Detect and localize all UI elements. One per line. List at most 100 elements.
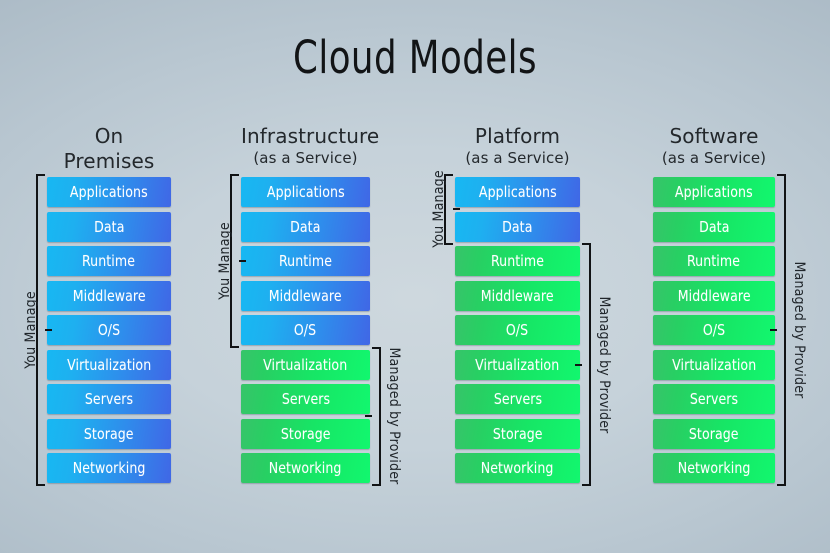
layer-box-software-runtime[interactable]: Runtime xyxy=(653,246,775,276)
layer-stack-infrastructure: Applications Data Runtime Middleware O/S Virt… xyxy=(241,177,370,483)
layer-label: Storage xyxy=(84,424,134,443)
layer-box-on-premises-o-s[interactable]: O/S xyxy=(47,315,171,345)
layer-box-on-premises-servers[interactable]: Servers xyxy=(47,384,171,414)
layer-box-software-virtualization[interactable]: Virtualization xyxy=(653,349,775,380)
layer-box-software-middleware[interactable]: Middleware xyxy=(653,280,775,311)
layer-box-on-premises-applications[interactable]: Applications xyxy=(47,177,171,207)
bracket-label-platform-managed-by-provider: Managed by Provider xyxy=(596,295,612,434)
layer-label: O/S xyxy=(702,321,726,339)
layer-label: Virtualization xyxy=(475,355,560,374)
column-on-premises: On Premises Applications Data Runtime Middle… xyxy=(23,124,171,486)
layer-label: Servers xyxy=(689,390,739,408)
diagram-canvas: Cloud Models On Premises Applications Data… xyxy=(0,0,830,553)
bracket-label-infrastructure-managed-by-provider: Managed by Provider xyxy=(386,347,402,485)
column-platform: Platform (as a Service) Applications Data Ru… xyxy=(431,124,612,486)
layer-label: Networking xyxy=(677,459,751,477)
layer-box-platform-storage[interactable]: Storage xyxy=(455,418,580,449)
layer-label: Applications xyxy=(266,183,345,201)
layer-stack-on-premises: Applications Data Runtime Middleware O/S Virt… xyxy=(47,177,171,483)
bracket-platform-managed-by-provider xyxy=(575,243,591,486)
layer-box-platform-servers[interactable]: Servers xyxy=(455,384,580,414)
layer-box-infrastructure-networking[interactable]: Networking xyxy=(241,453,370,483)
column-heading-sub: (as a Service) xyxy=(661,149,767,167)
layer-box-software-servers[interactable]: Servers xyxy=(653,384,775,414)
bracket-tick xyxy=(770,329,777,331)
layer-label: Storage xyxy=(280,424,331,443)
bracket-label-on-premises-you-manage: You Manage xyxy=(23,291,39,369)
column-software: Software (as a Service) Applications Data Ru… xyxy=(653,124,807,486)
layer-box-infrastructure-storage[interactable]: Storage xyxy=(241,418,370,449)
layer-box-on-premises-runtime[interactable]: Runtime xyxy=(47,246,171,276)
layer-label: O/S xyxy=(294,321,317,339)
layer-label: Data xyxy=(93,217,125,236)
layer-box-platform-virtualization[interactable]: Virtualization xyxy=(455,349,580,380)
layer-box-infrastructure-servers[interactable]: Servers xyxy=(241,384,370,414)
layer-box-infrastructure-data[interactable]: Data xyxy=(241,211,370,242)
layer-stack-platform: Applications Data Runtime Middleware O/S Virt… xyxy=(455,177,580,483)
layer-box-platform-networking[interactable]: Networking xyxy=(455,453,580,483)
layer-label: Runtime xyxy=(490,252,545,270)
layer-label: Servers xyxy=(493,390,542,408)
layer-label: Data xyxy=(290,217,321,236)
layer-box-software-data[interactable]: Data xyxy=(653,211,775,242)
bracket-tick xyxy=(575,363,582,366)
column-heading-main: Infrastructure xyxy=(241,124,380,148)
bracket-label-platform-you-manage: You Manage xyxy=(431,170,447,249)
layer-box-platform-applications[interactable]: Applications xyxy=(455,177,580,207)
layer-label: Data xyxy=(698,217,730,236)
layer-label: Runtime xyxy=(687,252,741,270)
layer-box-infrastructure-runtime[interactable]: Runtime xyxy=(241,246,370,276)
layer-label: Data xyxy=(502,217,533,236)
layer-box-platform-middleware[interactable]: Middleware xyxy=(455,280,580,311)
layer-label: Applications xyxy=(70,183,148,201)
layer-box-infrastructure-applications[interactable]: Applications xyxy=(241,177,370,207)
column-infrastructure: Infrastructure (as a Service) Applications… xyxy=(217,124,402,486)
column-heading-infrastructure: Infrastructure (as a Service) xyxy=(241,124,380,168)
bracket-software-managed-by-provider xyxy=(770,174,786,486)
layer-label: Runtime xyxy=(278,252,333,270)
layer-box-platform-runtime[interactable]: Runtime xyxy=(455,246,580,276)
layer-box-on-premises-middleware[interactable]: Middleware xyxy=(47,280,171,311)
layer-box-software-applications[interactable]: Applications xyxy=(653,177,775,207)
column-heading-sub: (as a Service) xyxy=(465,149,570,167)
column-heading-software: Software (as a Service) xyxy=(653,124,775,168)
layer-box-on-premises-storage[interactable]: Storage xyxy=(47,418,171,449)
layer-label: Networking xyxy=(481,459,554,477)
layer-box-software-networking[interactable]: Networking xyxy=(653,453,775,483)
layer-box-infrastructure-virtualization[interactable]: Virtualization xyxy=(241,349,370,380)
layer-box-on-premises-data[interactable]: Data xyxy=(47,211,171,242)
layer-box-software-o-s[interactable]: O/S xyxy=(653,315,775,345)
layer-label: Middleware xyxy=(269,286,342,305)
bracket-tick xyxy=(365,415,372,418)
layer-label: Storage xyxy=(689,424,739,443)
column-heading-main: On Premises xyxy=(63,124,155,173)
bracket-tick xyxy=(453,208,460,211)
layer-box-platform-o-s[interactable]: O/S xyxy=(455,315,580,345)
layer-label: Virtualization xyxy=(263,355,348,374)
layer-box-infrastructure-o-s[interactable]: O/S xyxy=(241,315,370,345)
layer-box-software-storage[interactable]: Storage xyxy=(653,418,775,449)
layer-box-platform-data[interactable]: Data xyxy=(455,211,580,242)
column-heading-main: Platform xyxy=(474,124,561,148)
layer-box-on-premises-virtualization[interactable]: Virtualization xyxy=(47,349,171,380)
bracket-tick xyxy=(45,329,52,331)
layer-label: Storage xyxy=(492,424,543,443)
column-heading-sub: (as a Service) xyxy=(253,149,358,167)
layer-box-on-premises-networking[interactable]: Networking xyxy=(47,453,171,483)
column-heading-platform: Platform (as a Service) xyxy=(455,124,580,168)
layer-box-infrastructure-middleware[interactable]: Middleware xyxy=(241,280,370,311)
bracket-tick xyxy=(239,260,246,262)
layer-label: Networking xyxy=(269,459,342,477)
layer-label: O/S xyxy=(97,321,121,339)
layer-label: Servers xyxy=(84,390,134,408)
column-heading-main: Software xyxy=(669,124,759,148)
layer-label: Networking xyxy=(72,459,146,477)
layer-label: Virtualization xyxy=(671,355,757,374)
page-title: Cloud Models xyxy=(293,31,537,84)
layer-label: Middleware xyxy=(72,286,146,305)
bracket-label-software-managed-by-provider: Managed by Provider xyxy=(791,261,807,399)
layer-label: Middleware xyxy=(677,286,751,305)
bracket-infrastructure-managed-by-provider xyxy=(365,346,381,486)
bracket-label-infrastructure-you-manage: You Manage xyxy=(217,222,233,300)
layer-label: Applications xyxy=(675,183,753,201)
